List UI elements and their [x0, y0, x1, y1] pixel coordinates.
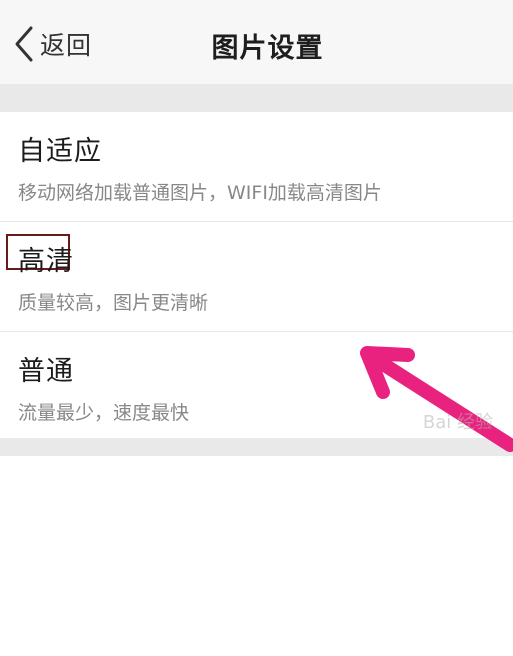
option-high-quality[interactable]: 高清 质量较高，图片更清晰: [0, 222, 513, 332]
section-divider: [0, 84, 513, 112]
option-description: 质量较高，图片更清晰: [18, 292, 209, 314]
option-description: 移动网络加载普通图片，WIFI加载高清图片: [18, 182, 382, 204]
option-adaptive[interactable]: 自适应 移动网络加载普通图片，WIFI加载高清图片: [0, 112, 513, 222]
option-title: 自适应: [18, 136, 102, 167]
nav-header: 返回 图片设置: [0, 0, 513, 84]
image-quality-options: 自适应 移动网络加载普通图片，WIFI加载高清图片 高清 质量较高，图片更清晰 …: [0, 112, 513, 656]
option-description: 流量最少，速度最快: [18, 402, 190, 424]
bottom-gap: [0, 438, 513, 456]
page-title: 图片设置: [211, 33, 324, 64]
option-normal[interactable]: 普通 流量最少，速度最快: [0, 332, 513, 656]
option-title: 高清: [18, 246, 74, 277]
option-title: 普通: [18, 356, 74, 387]
